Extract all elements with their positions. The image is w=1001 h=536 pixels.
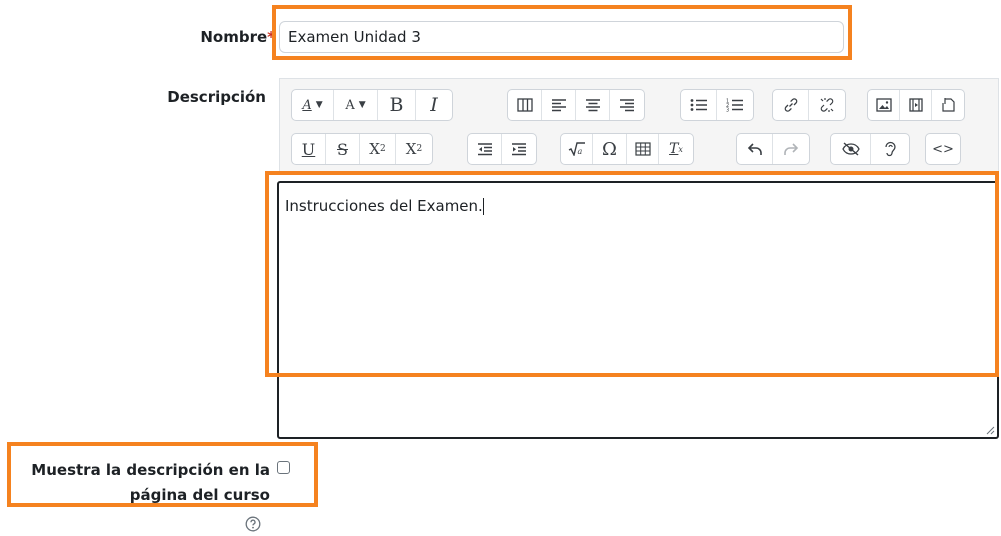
toolbar-group-align — [507, 89, 645, 121]
table-icon[interactable] — [627, 134, 659, 164]
toolbar-group-indent — [467, 133, 537, 165]
superscript-button[interactable]: X2 — [396, 134, 432, 164]
align-left-icon[interactable] — [542, 90, 576, 120]
manage-files-icon[interactable] — [932, 90, 964, 120]
columns-icon[interactable] — [508, 90, 542, 120]
toolbar-group-text: A ▼ A ▼ B I — [291, 89, 453, 121]
equation-icon[interactable]: a — [561, 134, 593, 164]
align-center-icon[interactable] — [576, 90, 610, 120]
toolbar-group-format: U S X2 X2 — [291, 133, 433, 165]
underline-button[interactable]: U — [292, 134, 326, 164]
strikethrough-button[interactable]: S — [326, 134, 360, 164]
editor-toolbar: A ▼ A ▼ B I 123 U S X 2 X 2 a Ω T x <> — [279, 78, 999, 174]
clear-formatting-button[interactable]: Tx — [659, 134, 693, 164]
unlink-icon[interactable] — [809, 90, 845, 120]
svg-text:a: a — [577, 147, 582, 156]
screenreader-helper-icon[interactable] — [871, 134, 909, 164]
outdent-icon[interactable] — [468, 134, 502, 164]
image-icon[interactable] — [868, 90, 900, 120]
checkbox-highlight-box — [7, 442, 318, 507]
text-style-button[interactable]: A ▼ — [292, 90, 334, 120]
toolbar-group-insert: a Ω Tx — [560, 133, 694, 165]
bullet-list-icon[interactable] — [681, 90, 717, 120]
undo-icon[interactable] — [737, 134, 773, 164]
text-size-button[interactable]: A ▼ — [334, 90, 378, 120]
indent-icon[interactable] — [502, 134, 536, 164]
accessibility-checker-icon[interactable] — [831, 134, 871, 164]
html-source-button[interactable]: <> — [926, 134, 960, 164]
toolbar-group-media — [867, 89, 965, 121]
toolbar-group-history — [736, 133, 810, 165]
bold-button[interactable]: B — [378, 90, 416, 120]
special-character-button[interactable]: Ω — [593, 134, 627, 164]
numbered-list-icon[interactable]: 123 — [717, 90, 753, 120]
link-icon[interactable] — [773, 90, 809, 120]
name-highlight-box — [272, 5, 852, 60]
media-icon[interactable] — [900, 90, 932, 120]
italic-button[interactable]: I — [416, 90, 452, 120]
redo-icon[interactable] — [773, 134, 809, 164]
toolbar-group-html: <> — [925, 133, 961, 165]
editor-highlight-box — [265, 171, 999, 377]
svg-text:3: 3 — [726, 108, 729, 113]
description-label: Descripción — [167, 88, 266, 106]
help-icon[interactable] — [245, 516, 261, 536]
subscript-button[interactable]: X2 — [360, 134, 396, 164]
name-label: Nombre* — [200, 28, 275, 46]
align-right-icon[interactable] — [610, 90, 644, 120]
toolbar-group-lists: 123 — [680, 89, 754, 121]
toolbar-group-accessibility — [830, 133, 910, 165]
resize-grip-icon[interactable] — [985, 425, 995, 435]
toolbar-group-links — [772, 89, 846, 121]
